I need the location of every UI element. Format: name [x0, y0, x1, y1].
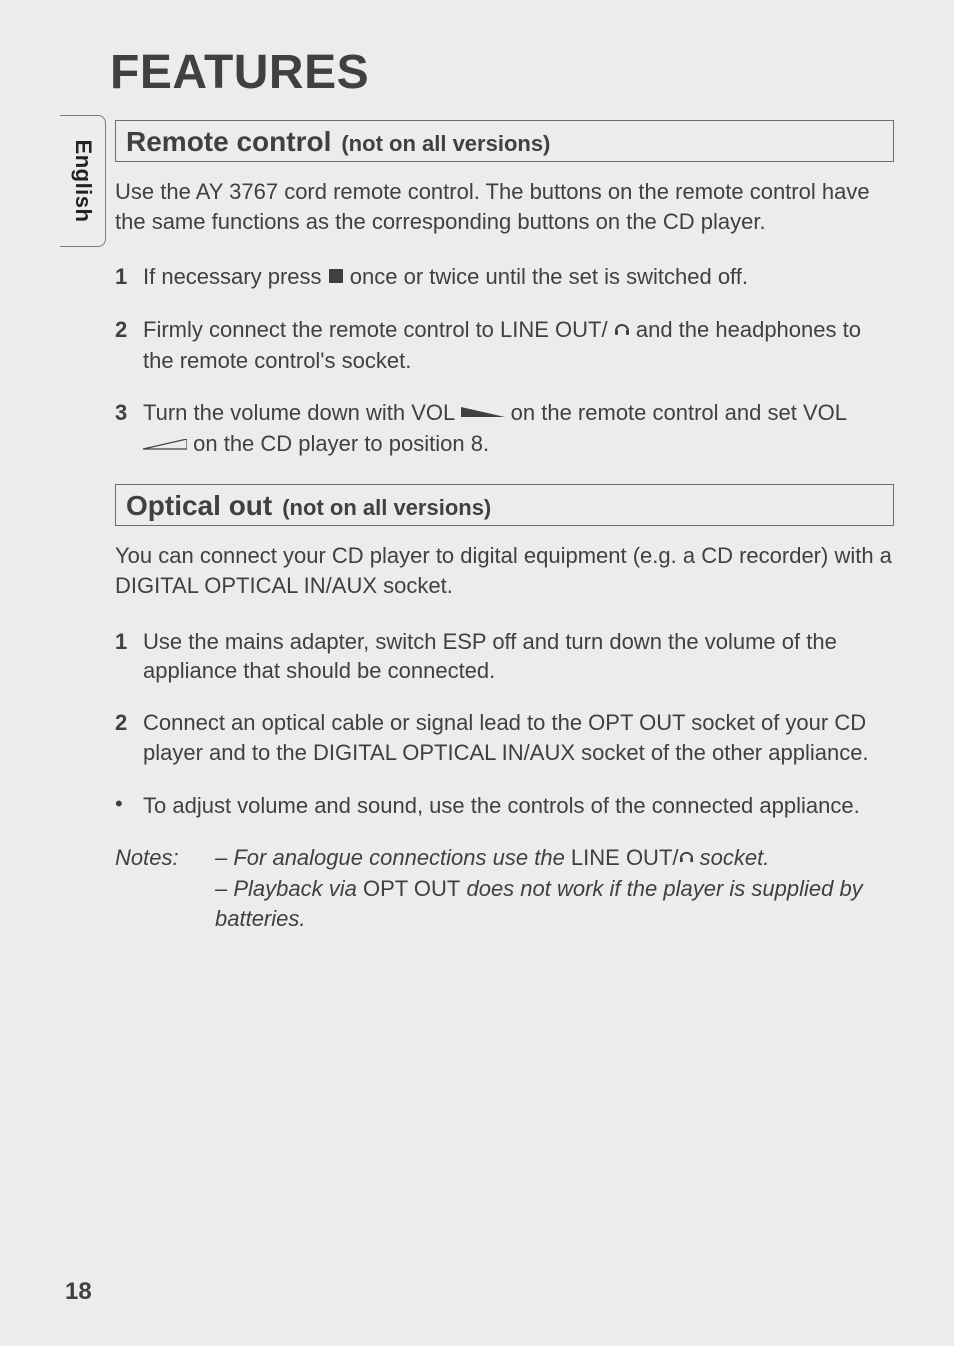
section-title-optical: Optical out: [126, 490, 272, 522]
notes-line-2: – Playback via OPT OUT does not work if …: [115, 874, 894, 933]
notes-line-1: Notes: – For analogue connections use th…: [115, 843, 894, 874]
step-text: If necessary press once or twice until t…: [143, 262, 894, 293]
text-frag: – Playback via: [215, 876, 363, 901]
remote-intro: Use the AY 3767 cord remote control. The…: [115, 177, 894, 236]
remote-steps: 1 If necessary press once or twice until…: [115, 262, 894, 460]
page-title: FEATURES: [110, 45, 894, 100]
headphones-icon: [614, 315, 630, 345]
remote-step-2: 2 Firmly connect the remote control to L…: [115, 315, 894, 376]
section-header-remote: Remote control (not on all versions): [115, 120, 894, 162]
optical-steps: 1 Use the mains adapter, switch ESP off …: [115, 627, 894, 768]
section-header-optical: Optical out (not on all versions): [115, 484, 894, 526]
section-sub-optical: (not on all versions): [282, 495, 491, 521]
text-frag: on the CD player to position 8.: [193, 431, 489, 456]
optical-step-1: 1 Use the mains adapter, switch ESP off …: [115, 627, 894, 686]
step-text: Turn the volume down with VOL on the rem…: [143, 398, 894, 460]
language-label: English: [70, 140, 96, 223]
text-frag: LINE OUT/: [571, 845, 679, 870]
step-text: Connect an optical cable or signal lead …: [143, 708, 894, 767]
step-number: 2: [115, 315, 143, 376]
section-sub-remote: (not on all versions): [341, 131, 550, 157]
optical-step-2: 2 Connect an optical cable or signal lea…: [115, 708, 894, 767]
remote-step-1: 1 If necessary press once or twice until…: [115, 262, 894, 293]
bullet-icon: •: [115, 791, 143, 821]
stop-icon: [328, 262, 344, 292]
language-tab: English: [60, 115, 106, 247]
text-frag: Turn the volume down with VOL: [143, 400, 461, 425]
page-number: 18: [65, 1278, 92, 1306]
text-frag: OPT OUT: [363, 876, 460, 901]
text-frag: on the remote control and set VOL: [511, 400, 847, 425]
optical-bullet: • To adjust volume and sound, use the co…: [115, 791, 894, 821]
content: Remote control (not on all versions) Use…: [115, 120, 894, 933]
optical-intro: You can connect your CD player to digita…: [115, 541, 894, 600]
volume-up-icon: [143, 429, 187, 459]
bullet-text: To adjust volume and sound, use the cont…: [143, 791, 860, 821]
notes-spacer: [115, 874, 215, 933]
step-text: Use the mains adapter, switch ESP off an…: [143, 627, 894, 686]
headphones-icon: [679, 842, 694, 872]
text-frag: Firmly connect the remote control to LIN…: [143, 317, 608, 342]
step-text: Firmly connect the remote control to LIN…: [143, 315, 894, 376]
text-frag: If necessary press: [143, 264, 328, 289]
notes-label: Notes:: [115, 843, 215, 874]
note-text: – For analogue connections use the LINE …: [215, 843, 894, 874]
step-number: 3: [115, 398, 143, 460]
section-title-remote: Remote control: [126, 126, 331, 158]
manual-page: FEATURES English Remote control (not on …: [0, 0, 954, 1346]
note-text: – Playback via OPT OUT does not work if …: [215, 874, 894, 933]
remote-step-3: 3 Turn the volume down with VOL on the r…: [115, 398, 894, 460]
text-frag: socket.: [694, 845, 770, 870]
volume-down-icon: [461, 397, 505, 427]
text-frag: – For analogue connections use the: [215, 845, 571, 870]
step-number: 1: [115, 627, 143, 686]
step-number: 2: [115, 708, 143, 767]
step-number: 1: [115, 262, 143, 293]
text-frag: once or twice until the set is switched …: [350, 264, 748, 289]
